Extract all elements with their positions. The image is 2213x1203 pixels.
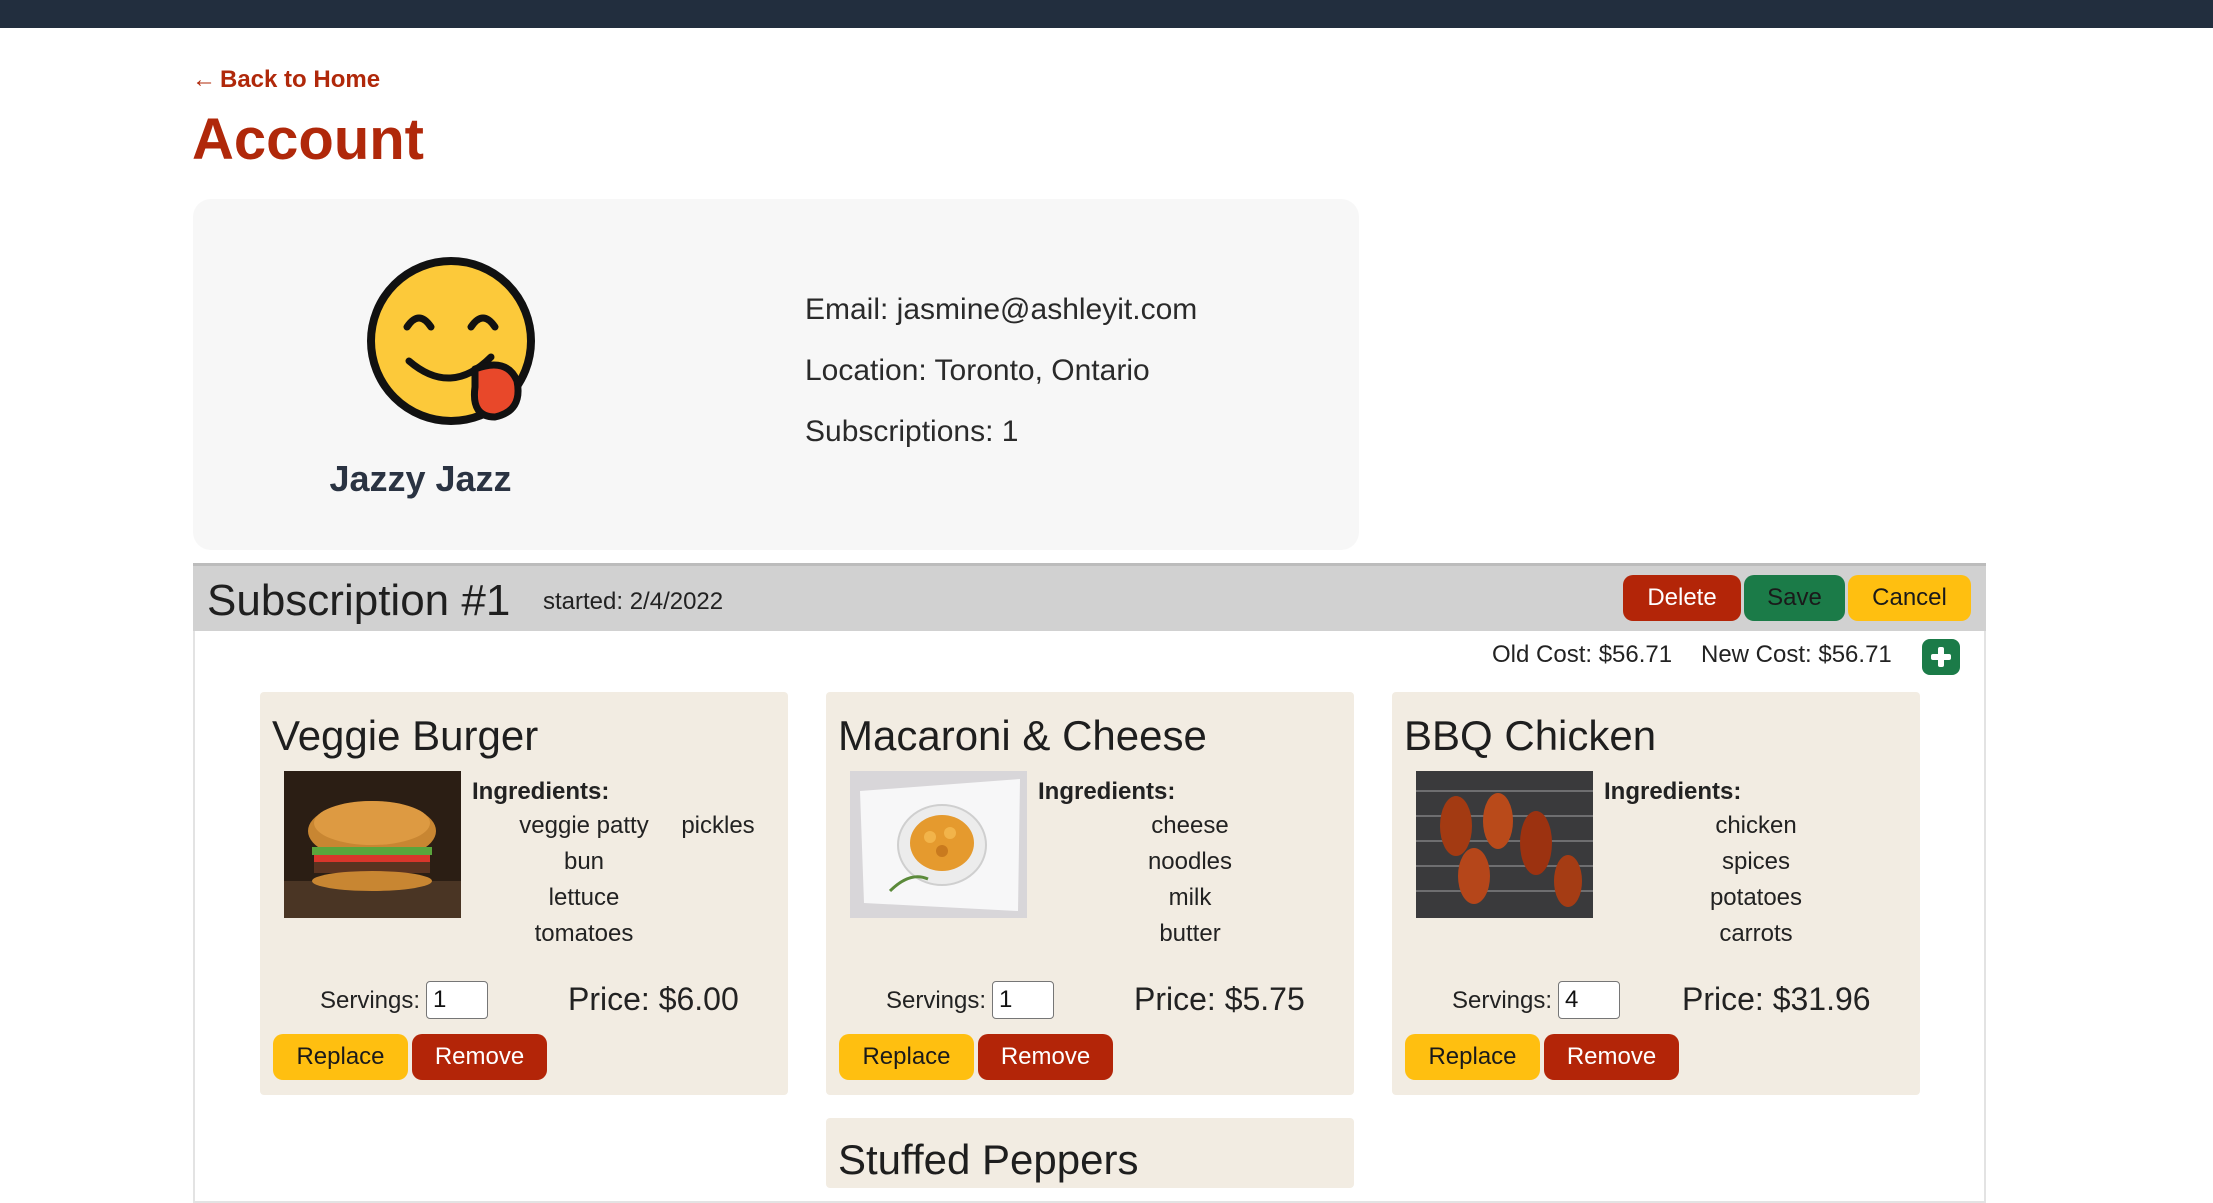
remove-meal-button[interactable]: Remove — [412, 1034, 547, 1080]
ingredient-item: butter — [1159, 920, 1221, 947]
servings-input[interactable] — [992, 981, 1054, 1019]
ingredients-list: chicken spices potatoes carrots — [1652, 808, 1860, 952]
servings-label: Servings: — [320, 987, 421, 1014]
servings-input[interactable] — [426, 981, 488, 1019]
meal-name: Stuffed Peppers — [838, 1136, 1139, 1183]
meal-name: Veggie Burger — [272, 712, 539, 759]
ingredient-item: noodles — [1147, 848, 1233, 875]
replace-meal-button[interactable]: Replace — [1405, 1034, 1540, 1080]
ingredient-item: pickles — [681, 812, 755, 839]
remove-meal-button[interactable]: Remove — [978, 1034, 1113, 1080]
new-cost: New Cost: $56.71 — [1701, 641, 1892, 668]
macaroni-photo — [850, 771, 1027, 918]
profile-email: Email: jasmine@ashleyit.com — [805, 293, 1198, 326]
meal-name: BBQ Chicken — [1404, 712, 1657, 759]
ingredient-item: spices — [1721, 848, 1791, 875]
meal-card-stuffed-peppers: Stuffed Peppers — [826, 1118, 1354, 1188]
meal-card-bbq-chicken: BBQ Chicken Ingredients: chicken spices … — [1392, 692, 1920, 1095]
meal-price: Price: $6.00 — [568, 981, 739, 1017]
ingredients-label: Ingredients: — [1604, 778, 1742, 805]
ingredient-item: chicken — [1715, 812, 1797, 839]
bbq-chicken-photo — [1416, 771, 1593, 918]
burger-photo — [284, 771, 461, 918]
ingredients-label: Ingredients: — [1038, 778, 1176, 805]
cancel-subscription-button[interactable]: Cancel — [1848, 575, 1971, 621]
back-to-home-link[interactable]: ← Back to Home — [192, 66, 380, 94]
profile-details: Email: jasmine@ashleyit.com Location: To… — [805, 292, 1197, 475]
old-cost: Old Cost: $56.71 — [1492, 641, 1673, 668]
profile-name: Jazzy Jazz — [329, 458, 512, 499]
ingredient-item: bun — [563, 848, 605, 875]
savoring-food-emoji-icon — [367, 257, 535, 425]
servings-input[interactable] — [1558, 981, 1620, 1019]
page-title: Account — [192, 107, 424, 172]
top-nav-bar — [0, 0, 2213, 28]
servings-label: Servings: — [886, 987, 987, 1014]
ingredient-item: milk — [1168, 884, 1212, 911]
subscription-start-date: started: 2/4/2022 — [543, 588, 724, 615]
meal-price: Price: $5.75 — [1134, 981, 1305, 1017]
ingredients-list-extra: pickles — [668, 808, 768, 844]
ingredients-label: Ingredients: — [472, 778, 610, 805]
ingredient-item: tomatoes — [534, 920, 634, 947]
ingredient-item: potatoes — [1709, 884, 1803, 911]
replace-meal-button[interactable]: Replace — [273, 1034, 408, 1080]
back-arrow-icon: ← — [192, 66, 216, 93]
ingredients-list: cheese noodles milk butter — [1086, 808, 1294, 952]
remove-meal-button[interactable]: Remove — [1544, 1034, 1679, 1080]
profile-location: Location: Toronto, Ontario — [805, 354, 1150, 387]
back-to-home-label: Back to Home — [220, 66, 381, 93]
ingredient-item: lettuce — [548, 884, 620, 911]
meal-price: Price: $31.96 — [1682, 981, 1871, 1017]
subscription-header: Subscription #1 started: 2/4/2022 Delete… — [193, 563, 1986, 631]
replace-meal-button[interactable]: Replace — [839, 1034, 974, 1080]
delete-subscription-button[interactable]: Delete — [1623, 575, 1741, 621]
add-meal-plus-icon[interactable] — [1922, 639, 1960, 675]
save-subscription-button[interactable]: Save — [1744, 575, 1845, 621]
meal-name: Macaroni & Cheese — [838, 712, 1207, 759]
profile-card: Jazzy Jazz Email: jasmine@ashleyit.com L… — [193, 199, 1359, 550]
meal-card-macaroni-cheese: Macaroni & Cheese Ingredients: cheese no… — [826, 692, 1354, 1095]
ingredient-item: carrots — [1719, 920, 1793, 947]
ingredient-item: veggie patty — [519, 812, 649, 839]
ingredients-list: veggie patty bun lettuce tomatoes — [480, 808, 688, 952]
meal-card-veggie-burger: Veggie Burger Ingredients: veggie patty … — [260, 692, 788, 1095]
subscription-title: Subscription #1 — [207, 576, 511, 625]
servings-label: Servings: — [1452, 987, 1553, 1014]
ingredient-item: cheese — [1151, 812, 1229, 839]
profile-subscriptions-count: Subscriptions: 1 — [805, 415, 1019, 448]
